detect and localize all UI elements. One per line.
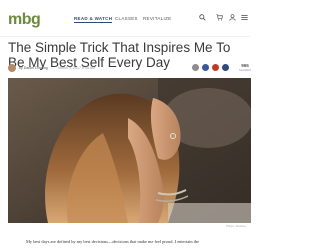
share-count: 965 SHARES bbox=[238, 63, 252, 72]
facebook-icon[interactable] bbox=[202, 64, 209, 71]
author-name[interactable]: by Daniel Dowling bbox=[19, 66, 48, 70]
site-logo[interactable]: mbg bbox=[8, 11, 41, 29]
photo-credit: Photo: Stocksy bbox=[226, 224, 247, 228]
share-count-label: SHARES bbox=[238, 68, 252, 72]
search-icon[interactable] bbox=[199, 14, 206, 21]
page: mbg READ & WATCH CLASSES REVITALIZE The … bbox=[0, 0, 251, 250]
user-icon[interactable] bbox=[229, 14, 236, 21]
author-avatar[interactable] bbox=[8, 64, 16, 72]
site-header: mbg READ & WATCH CLASSES REVITALIZE bbox=[0, 0, 250, 37]
email-icon[interactable] bbox=[222, 64, 229, 71]
nav-revitalize[interactable]: REVITALIZE bbox=[143, 16, 171, 21]
article-body: My best days are defined by my best deci… bbox=[26, 239, 200, 244]
nav-read-watch[interactable]: READ & WATCH bbox=[74, 16, 113, 23]
nav-classes[interactable]: CLASSES bbox=[115, 16, 138, 21]
menu-icon[interactable] bbox=[241, 14, 248, 21]
pinterest-icon[interactable] bbox=[192, 64, 199, 71]
publish-date: March 9, 2017 6:45 AM bbox=[58, 66, 96, 70]
twitter-icon[interactable] bbox=[212, 64, 219, 71]
hero-image bbox=[8, 78, 251, 223]
cart-icon[interactable] bbox=[216, 14, 223, 21]
article-byline: by Daniel Dowling March 9, 2017 6:45 AM … bbox=[8, 63, 251, 73]
